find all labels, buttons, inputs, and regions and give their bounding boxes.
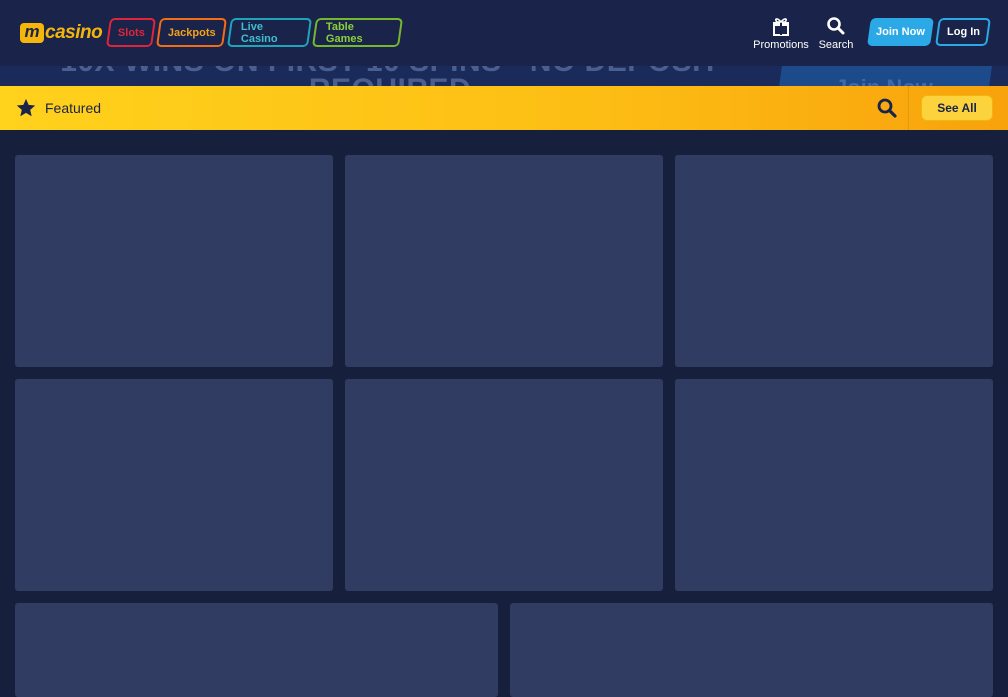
game-tile[interactable] — [675, 155, 993, 367]
nav-jackpots-label: Jackpots — [167, 26, 216, 39]
search-icon — [827, 17, 845, 35]
see-all-button[interactable]: See All — [921, 95, 993, 121]
featured-search-icon[interactable] — [876, 97, 898, 119]
promotions-label: Promotions — [753, 39, 809, 51]
logo-mark: m — [20, 23, 44, 43]
nav-slots[interactable]: Slots — [105, 18, 157, 47]
site-logo[interactable]: m casino — [20, 22, 103, 44]
promotions-button[interactable]: Promotions — [752, 16, 810, 51]
join-now-label: Join Now — [876, 26, 925, 38]
game-tile[interactable] — [15, 379, 333, 591]
nav-table-games[interactable]: Table Games — [311, 18, 404, 47]
log-in-button[interactable]: Log In — [935, 18, 991, 46]
game-tile-large[interactable] — [15, 603, 498, 697]
game-tile[interactable] — [345, 379, 663, 591]
star-icon — [16, 98, 36, 117]
search-label: Search — [818, 39, 854, 51]
site-header: m casino Slots Jackpots Live Casino Tabl… — [0, 0, 1008, 66]
header-search-button[interactable]: Search — [814, 16, 858, 51]
main-nav: Slots Jackpots Live Casino Table Games — [105, 18, 404, 47]
log-in-label: Log In — [946, 26, 980, 38]
game-tile[interactable] — [15, 155, 333, 367]
nav-live-casino[interactable]: Live Casino — [226, 18, 313, 47]
nav-jackpots[interactable]: Jackpots — [155, 18, 228, 47]
join-now-button[interactable]: Join Now — [867, 18, 934, 46]
game-tile[interactable] — [675, 379, 993, 591]
nav-live-casino-label: Live Casino — [241, 20, 278, 45]
nav-slots-label: Slots — [117, 26, 145, 39]
featured-divider — [908, 86, 909, 130]
game-tile[interactable] — [345, 155, 663, 367]
nav-table-games-label: Table Games — [326, 20, 363, 45]
gift-icon — [773, 18, 789, 36]
featured-title: Featured — [45, 100, 102, 116]
featured-bar: Featured See All — [0, 86, 1008, 130]
logo-text: casino — [45, 22, 103, 43]
game-tile-large[interactable] — [510, 603, 993, 697]
